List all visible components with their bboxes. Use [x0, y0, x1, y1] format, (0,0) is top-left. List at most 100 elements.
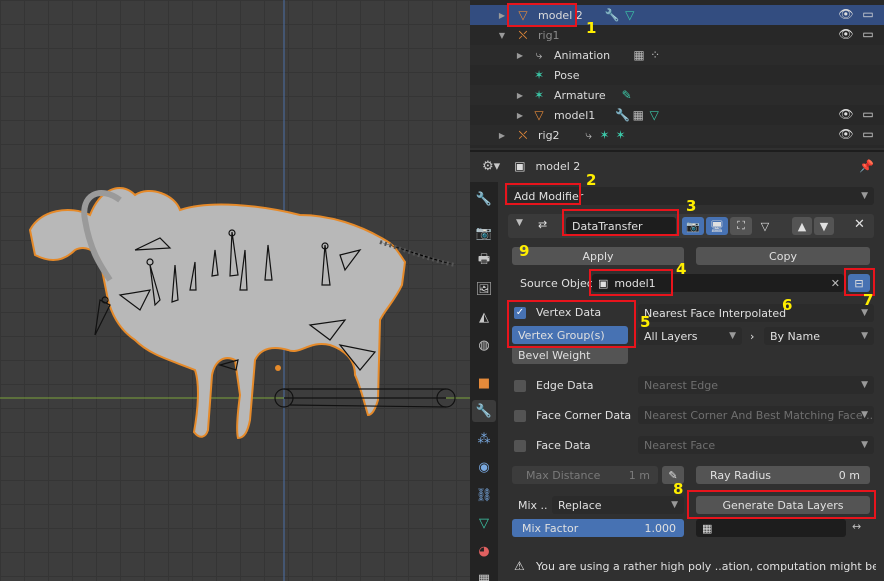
vertex-mapping-dropdown[interactable]: Nearest Face Interpolated ▼ [638, 304, 874, 322]
creature-model[interactable] [28, 186, 456, 440]
bevel-weight-option[interactable]: Bevel Weight [512, 346, 628, 364]
constraints-tab-icon[interactable]: ⛓ [472, 484, 496, 506]
monitor-icon[interactable]: ▭ [860, 127, 876, 141]
chevron-down-icon: ▼ [861, 380, 868, 390]
outliner-row-model1[interactable]: ▶ ▽ model1 🔧 ▦ ▽ 👁 ▭ [470, 105, 884, 125]
monitor-icon[interactable]: ▭ [860, 7, 876, 21]
apply-button[interactable]: Apply [512, 247, 684, 265]
realtime-icon[interactable]: 🖥 [706, 217, 728, 235]
highlight-box-8 [687, 490, 876, 519]
edge-mapping-dropdown[interactable]: Nearest Edge ▼ [638, 376, 874, 394]
mix-factor-label: Mix Factor [522, 521, 579, 535]
bevel-weight-label: Bevel Weight [518, 348, 591, 362]
outliner-row-rig1[interactable]: ▼ ⛌ rig1 👁 ▭ [470, 25, 884, 45]
mesh-data-icon[interactable]: ▽ [623, 8, 637, 22]
cage-icon[interactable]: ▽ [754, 217, 776, 235]
monitor-icon[interactable]: ▭ [860, 27, 876, 41]
pin-icon[interactable]: 📌 [859, 159, 874, 173]
bone-icon[interactable]: ✎ [620, 88, 634, 102]
vertex-mapping-value: Nearest Face Interpolated [644, 306, 787, 320]
object-name: model 2 [535, 159, 581, 173]
eye-icon[interactable]: 👁 [838, 27, 854, 41]
material-tab-icon[interactable]: ◕ [472, 540, 496, 562]
3d-viewport[interactable] [0, 0, 470, 581]
driver-icon[interactable]: ⁘ [648, 48, 662, 62]
expand-icon[interactable]: ▶ [496, 131, 508, 140]
expand-icon[interactable]: ▶ [514, 91, 526, 100]
animation-icon[interactable]: ⤷ [582, 128, 596, 143]
data-tab-icon[interactable]: ▽ [472, 512, 496, 534]
mix-factor-slider[interactable]: Mix Factor 1.000 [512, 519, 684, 537]
outliner-row-armature[interactable]: ▶ ✶ Armature ✎ [470, 85, 884, 105]
armature-data-icon[interactable]: ✶ [614, 128, 628, 142]
close-icon[interactable]: ✕ [854, 217, 865, 232]
warning-icon: ⚠ [514, 559, 525, 573]
move-up-icon[interactable]: ▲ [792, 217, 812, 235]
annotation-number-5: 5 [640, 313, 651, 331]
face-corner-mapping-dropdown[interactable]: Nearest Corner And Best Matching Face ..… [638, 406, 874, 424]
layers-source-dropdown[interactable]: All Layers ▼ [638, 327, 742, 345]
scene-tab-icon[interactable]: ◭ [472, 306, 496, 328]
outliner-row-rig2[interactable]: ▶ ⛌ rig2 ⤷ ✶ ✶ 👁 ▭ [470, 125, 884, 145]
mix-mode-value: Replace [558, 498, 602, 512]
object-tab-icon[interactable]: ■ [472, 372, 496, 394]
outliner-row-animation[interactable]: ▶ ⤷ Animation ▦ ⁘ [470, 45, 884, 65]
warning-message: You are using a rather high poly ..ation… [536, 560, 876, 573]
clear-icon[interactable]: ✕ [831, 277, 840, 290]
modifier-tab-icon[interactable]: 🔧 [472, 400, 496, 422]
eye-icon[interactable]: 👁 [838, 7, 854, 21]
move-down-icon[interactable]: ▼ [814, 217, 834, 235]
eye-icon[interactable]: 👁 [838, 127, 854, 141]
world-tab-icon[interactable]: ◍ [472, 334, 496, 356]
copy-button[interactable]: Copy [696, 247, 870, 265]
outliner-row-pose[interactable]: ✶ Pose [470, 65, 884, 85]
collapse-icon[interactable]: ▼ [516, 218, 523, 228]
output-tab-icon[interactable]: 🖶 [472, 250, 496, 272]
ray-radius-value: 0 m [838, 468, 860, 482]
monitor-icon[interactable]: ▭ [860, 107, 876, 121]
animation-icon: ⤷ [535, 47, 543, 62]
face-corner-checkbox[interactable] [514, 410, 526, 422]
eye-icon[interactable]: 👁 [838, 107, 854, 121]
particles-tab-icon[interactable]: ⁂ [472, 428, 496, 450]
highlight-box-5 [507, 300, 636, 348]
mesh-object-icon: ▽ [534, 108, 544, 122]
ray-radius-label: Ray Radius [710, 468, 772, 482]
action-icon[interactable]: ▦ [632, 48, 646, 62]
vertex-group-icon[interactable]: ▦ [631, 108, 645, 122]
expand-icon[interactable]: ▶ [514, 111, 526, 120]
mesh-data-icon[interactable]: ▽ [647, 108, 661, 122]
source-object-label: Source Object [520, 277, 598, 290]
annotation-number-2: 2 [586, 171, 597, 189]
viewport-scene [0, 0, 470, 581]
ray-radius-field[interactable]: Ray Radius 0 m [696, 466, 870, 484]
layers-dest-dropdown[interactable]: By Name ▼ [764, 327, 874, 345]
properties-header: ⚙▾ ▣ model 2 📌 [470, 152, 884, 180]
arrow-right-icon: › [750, 330, 755, 343]
physics-tab-icon[interactable]: ◉ [472, 456, 496, 478]
mix-mode-label: Mix .. [518, 499, 548, 512]
pose-icon[interactable]: ✶ [598, 128, 612, 142]
annotation-number-1: 1 [586, 19, 597, 37]
face-data-checkbox[interactable] [514, 440, 526, 452]
chevron-down-icon: ▼ [861, 331, 868, 341]
vertex-group-field[interactable]: ▦ [696, 519, 846, 537]
expand-icon[interactable]: ▼ [496, 31, 508, 40]
render-tab-icon[interactable]: 📷 [472, 222, 496, 244]
edit-mode-icon[interactable]: 📷 [682, 217, 704, 235]
view-layer-tab-icon[interactable]: 🖼 [472, 278, 496, 300]
annotation-number-4: 4 [676, 260, 687, 278]
mix-mode-dropdown[interactable]: Replace ▼ [552, 496, 684, 514]
editmode-display-icon[interactable]: ⛶ [730, 217, 752, 235]
texture-tab-icon[interactable]: ▦ [472, 568, 496, 581]
max-distance-field[interactable]: Max Distance 1 m [512, 466, 658, 484]
edge-data-checkbox[interactable] [514, 380, 526, 392]
blender-window: ▶ ▽ model 2 🔧 ▽ 👁 ▭ ▼ ⛌ rig1 👁 ▭ ▶ ⤷ Anima… [0, 0, 884, 581]
editor-type-icon[interactable]: ⚙▾ [482, 159, 500, 174]
wrench-icon[interactable]: 🔧 [605, 8, 620, 22]
face-mapping-dropdown[interactable]: Nearest Face ▼ [638, 436, 874, 454]
wrench-icon[interactable]: 🔧 [615, 108, 630, 122]
invert-icon[interactable]: ↔ [852, 520, 861, 533]
expand-icon[interactable]: ▶ [514, 51, 526, 60]
tool-tab-icon[interactable]: 🔧 [472, 188, 496, 210]
